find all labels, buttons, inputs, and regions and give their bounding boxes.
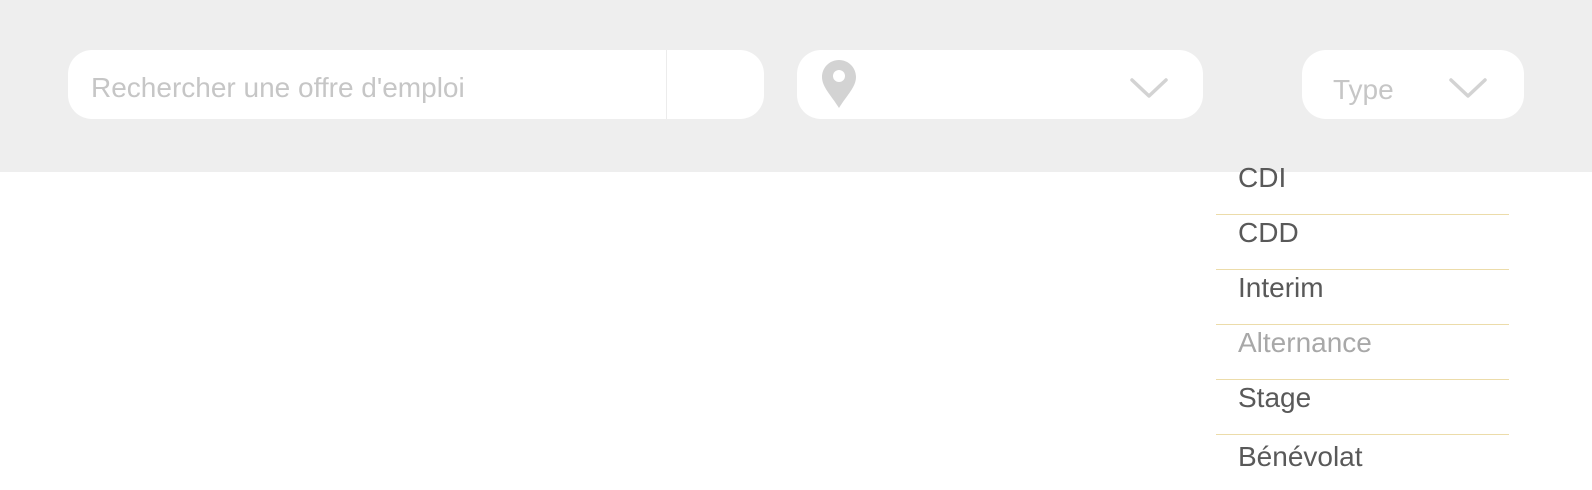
type-option-alternance[interactable]: Alternance: [1216, 325, 1509, 380]
chevron-down-icon: [1129, 76, 1169, 100]
search-button[interactable]: [667, 50, 764, 119]
type-option-cdd[interactable]: CDD: [1216, 215, 1509, 270]
search-filter-bar: Type: [0, 0, 1592, 172]
location-select[interactable]: [797, 50, 1203, 119]
type-select-label: Type: [1333, 74, 1394, 105]
chevron-down-icon: [1448, 76, 1488, 100]
map-pin-icon: [821, 59, 857, 109]
type-select[interactable]: Type: [1302, 50, 1524, 119]
type-option-benevolat[interactable]: Bénévolat: [1216, 435, 1509, 490]
job-search-box: [68, 50, 764, 119]
type-option-interim[interactable]: Interim: [1216, 270, 1509, 325]
search-icon: [690, 59, 742, 111]
type-option-stage[interactable]: Stage: [1216, 380, 1509, 435]
job-search-input[interactable]: [68, 50, 666, 119]
type-option-cdi[interactable]: CDI: [1216, 160, 1509, 215]
type-dropdown-menu: CDI CDD Interim Alternance Stage Bénévol…: [1216, 160, 1509, 490]
